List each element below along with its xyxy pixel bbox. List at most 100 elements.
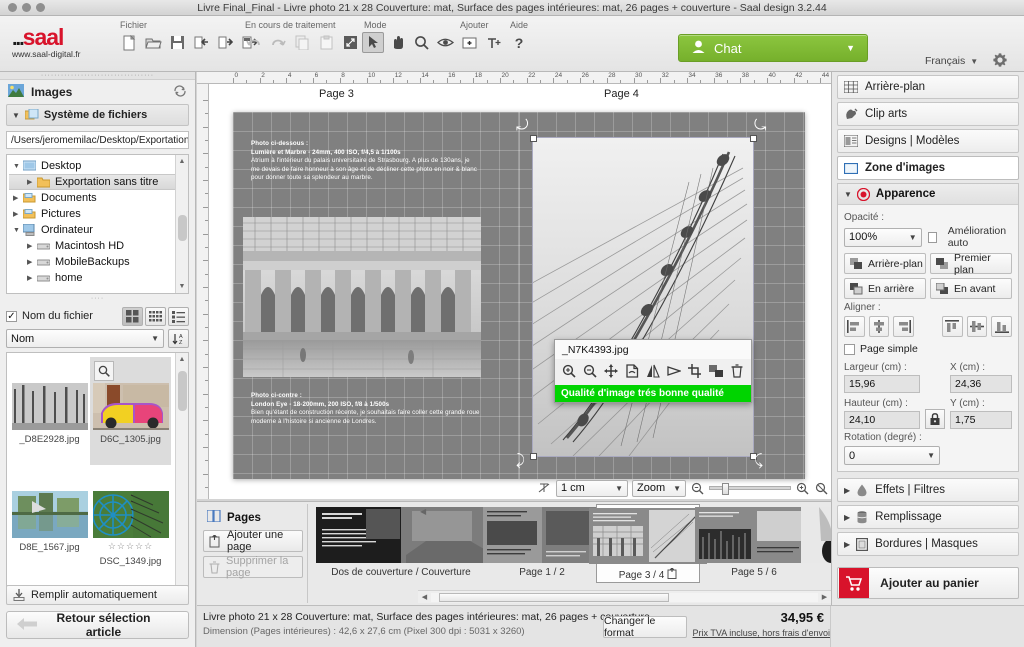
- rotate-handle-tr[interactable]: ⤿: [754, 118, 767, 133]
- chevron-down-icon[interactable]: ▼: [13, 163, 23, 170]
- chevron-right-icon[interactable]: ▶: [13, 194, 23, 202]
- zoom-in-icon[interactable]: [559, 361, 580, 381]
- section-arriere-plan[interactable]: Arrière-plan: [837, 75, 1019, 99]
- filename-checkbox[interactable]: [6, 310, 17, 322]
- section-zone-images[interactable]: Zone d'images: [837, 156, 1019, 180]
- align-center-icon[interactable]: [868, 316, 890, 337]
- appearance-header[interactable]: ▼ Apparence: [838, 184, 1018, 205]
- photo-atrium[interactable]: [243, 217, 481, 377]
- chevron-right-icon[interactable]: ▶: [13, 210, 23, 218]
- layer-icon[interactable]: [705, 361, 726, 381]
- copy-icon[interactable]: [291, 32, 313, 53]
- chevron-right-icon[interactable]: ▶: [27, 274, 37, 282]
- zoom-in-icon[interactable]: [795, 481, 810, 496]
- add-image-icon[interactable]: [458, 32, 480, 53]
- collapse-arrow-icon[interactable]: ◀: [420, 507, 426, 516]
- image-thumbnail-grid[interactable]: _D8E2928.jpg D6C_1305.jpg D8E_1567.jpg ☆☆☆☆…: [6, 352, 189, 595]
- rotate-handle-bl[interactable]: ⤸: [516, 453, 525, 468]
- scroll-thumb[interactable]: [439, 592, 669, 602]
- chat-button[interactable]: Chat ▼: [678, 34, 868, 62]
- change-format-button[interactable]: Changer le format: [603, 615, 687, 639]
- align-right-icon[interactable]: [893, 316, 915, 337]
- resize-handle-tl[interactable]: [530, 135, 537, 142]
- chevron-right-icon[interactable]: ▶: [27, 178, 37, 186]
- undo-icon[interactable]: [243, 32, 265, 53]
- align-middle-icon[interactable]: [966, 316, 988, 337]
- section-remplissage[interactable]: ▶ Remplissage: [837, 505, 1019, 529]
- align-left-icon[interactable]: [844, 316, 865, 337]
- add-page-button[interactable]: Ajouter une page: [203, 529, 303, 553]
- sort-az-icon[interactable]: AZ: [168, 329, 189, 348]
- section-effets-filtres[interactable]: ▶ Effets | Filtres: [837, 478, 1019, 502]
- page-thumbnail[interactable]: Dos de couverture / Couverture: [314, 504, 488, 578]
- price-note[interactable]: Prix TVA incluse, hors frais d'envoi: [693, 628, 830, 638]
- scroll-right-icon[interactable]: ▶: [818, 593, 831, 601]
- tree-node[interactable]: ▶ home: [9, 270, 188, 286]
- x-field[interactable]: 24,36: [950, 375, 1012, 393]
- add-text-icon[interactable]: [482, 32, 504, 53]
- hand-icon[interactable]: [386, 32, 408, 53]
- ruler-settings-icon[interactable]: [537, 481, 552, 496]
- delete-icon[interactable]: [726, 361, 747, 381]
- paste-icon[interactable]: [315, 32, 337, 53]
- redo-icon[interactable]: [267, 32, 289, 53]
- image-context-menu[interactable]: _N7K4393.jpg Qualité d'image trés bonne …: [554, 339, 752, 403]
- crop-icon[interactable]: [684, 361, 705, 381]
- tree-node[interactable]: ▶ MobileBackups: [9, 254, 188, 270]
- section-designs-modeles[interactable]: Designs | Modèles: [837, 129, 1019, 153]
- page-thumbnail[interactable]: Page 3 / 4: [589, 504, 707, 583]
- help-question-icon[interactable]: ?: [508, 32, 530, 53]
- autofill-button[interactable]: Remplir automatiquement: [6, 585, 189, 605]
- flip-horizontal-icon[interactable]: [643, 361, 664, 381]
- move-icon[interactable]: [601, 361, 622, 381]
- tree-node[interactable]: ▼ Desktop: [9, 158, 188, 174]
- rotate-handle-br[interactable]: ⤹: [754, 453, 763, 468]
- pages-horizontal-scrollbar[interactable]: ◀ ▶: [418, 590, 831, 603]
- chevron-right-icon[interactable]: ▶: [27, 242, 37, 250]
- send-backward-button[interactable]: En arrière: [844, 278, 926, 299]
- auto-enhance-checkbox[interactable]: [927, 231, 937, 243]
- text-block-top[interactable]: Photo ci-dessous : Lumière et Marbre - 2…: [251, 140, 479, 183]
- single-page-checkbox[interactable]: [844, 343, 855, 355]
- panel-drag-handle[interactable]: ··································: [0, 72, 195, 80]
- splitter-grip[interactable]: ····: [0, 295, 195, 303]
- align-bottom-icon[interactable]: [991, 316, 1013, 337]
- bring-forward-button[interactable]: En avant: [930, 278, 1012, 299]
- new-file-icon[interactable]: [118, 32, 140, 53]
- tree-scrollbar[interactable]: ▲ ▼: [175, 155, 188, 293]
- cursor-icon[interactable]: [362, 32, 384, 53]
- zoom-slider[interactable]: [709, 483, 791, 495]
- page-thumbnail[interactable]: Page 5 / 6: [695, 504, 813, 578]
- delete-page-button[interactable]: Supprimer la page: [203, 555, 303, 579]
- thumbnail-scrollbar[interactable]: ▲ ▼: [175, 353, 188, 594]
- back-to-article-button[interactable]: Retour sélection article: [6, 611, 189, 639]
- align-top-icon[interactable]: [941, 316, 963, 337]
- y-field[interactable]: 1,75: [950, 411, 1012, 429]
- unit-combo[interactable]: 1 cm ▼: [556, 479, 628, 497]
- save-icon[interactable]: [166, 32, 188, 53]
- height-field[interactable]: 24,10: [844, 411, 920, 429]
- lock-icon[interactable]: [925, 409, 945, 429]
- resize-handle-bl[interactable]: [530, 453, 537, 460]
- image-thumbnail[interactable]: ☆☆☆☆☆ DSC_1349.jpg: [90, 465, 171, 573]
- flip-vertical-icon[interactable]: [663, 361, 684, 381]
- chevron-down-icon[interactable]: ▼: [13, 227, 23, 234]
- zoom-out-icon[interactable]: [690, 481, 705, 496]
- tree-node[interactable]: ▶ Pictures: [9, 206, 188, 222]
- text-block-bottom[interactable]: Photo ci-contre : London Eye - 18-200mm,…: [251, 392, 481, 426]
- page-canvas[interactable]: Page 3 Page 4 Photo ci-dessous : Lumière…: [209, 84, 831, 499]
- tree-node[interactable]: ▼ Ordinateur: [9, 222, 188, 238]
- image-thumbnail[interactable]: D8E_1567.jpg: [9, 465, 90, 573]
- path-input[interactable]: /Users/jeromemilac/Desktop/Exportation s…: [6, 131, 189, 149]
- rotation-combo[interactable]: 0 ▼: [844, 446, 940, 465]
- scroll-track[interactable]: [431, 592, 818, 602]
- page-thumbnail[interactable]: Page 1 / 2: [483, 504, 601, 578]
- grid-large-icon[interactable]: [122, 306, 143, 326]
- resize-handle-tr[interactable]: [750, 135, 757, 142]
- add-page-inline-icon[interactable]: [667, 567, 677, 582]
- zoom-fit-icon[interactable]: [814, 481, 829, 496]
- magnifier-icon[interactable]: [94, 361, 114, 381]
- pages-strip[interactable]: ◀ Dos de couverture / Couverture Page 1 /…: [307, 504, 1024, 603]
- add-to-cart-button[interactable]: Ajouter au panier: [837, 567, 1019, 599]
- page-spread[interactable]: Photo ci-dessous : Lumière et Marbre - 2…: [233, 112, 805, 479]
